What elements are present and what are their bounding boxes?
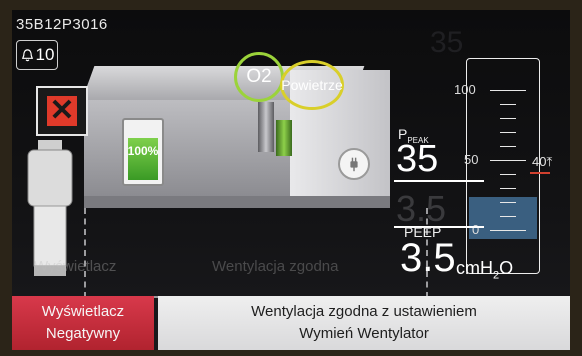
negative-display-line2: Negatywny — [45, 325, 121, 342]
ppeak-divider — [394, 180, 484, 182]
gauge-minor-tick — [500, 118, 516, 119]
reflect-right-text: Wentylacja zgodna — [212, 258, 339, 275]
battery-icon: 100% — [122, 118, 164, 186]
power-plug-icon — [338, 148, 370, 180]
gauge-tick-100 — [490, 90, 526, 91]
o2-port — [258, 102, 274, 152]
gas-air-indicator: Powietrze — [280, 60, 344, 110]
gauge-tick-label: 0 — [472, 222, 480, 237]
reflect-left-text: Wyświetlacz — [34, 258, 117, 275]
pressure-limit-value: 40 — [532, 154, 547, 169]
negative-display-line1: Wyświetlacz — [41, 303, 125, 320]
battery-percent: 100% — [127, 144, 159, 158]
alarm-count: 10 — [35, 45, 55, 64]
alarm-volume-indicator[interactable]: 10 — [16, 40, 58, 70]
gauge-tick-50 — [490, 160, 526, 161]
gauge-minor-tick — [500, 188, 516, 189]
gauge-minor-tick — [500, 132, 516, 133]
gauge-tick-0 — [490, 230, 526, 231]
gauge-tick-label: 100 — [454, 82, 476, 97]
ppeak-value: 35 — [396, 138, 439, 180]
gauge-minor-tick — [500, 104, 516, 105]
ventilator-base — [84, 196, 390, 208]
air-port — [276, 120, 292, 156]
gauge-minor-tick — [500, 174, 516, 175]
ventilator-screen: 35B12P3016 10 35 100% O2 Powietrze ✕ 100… — [12, 10, 570, 350]
message-bar: Wyświetlacz Negatywny Wentylacja zgodna … — [12, 296, 570, 350]
gas-air-label: Powietrze — [281, 77, 343, 93]
alarm-bell-icon — [21, 48, 33, 61]
gas-o2-indicator: O2 — [234, 52, 284, 102]
gas-o2-label: O2 — [246, 66, 272, 87]
pressure-limit[interactable]: 40⤒ — [532, 154, 552, 170]
device-id: 35B12P3016 — [16, 16, 108, 33]
status-message: Wentylacja zgodna z ustawieniem Wymień W… — [158, 296, 570, 350]
gas-inlet-ports — [254, 102, 306, 158]
negative-display-button[interactable]: Wyświetlacz Negatywny — [12, 296, 154, 350]
status-message-line1: Wentylacja zgodna z ustawieniem — [251, 303, 477, 320]
gauge-minor-tick — [500, 202, 516, 203]
error-x-icon: ✕ — [36, 86, 88, 136]
gauge-minor-tick — [500, 146, 516, 147]
screen-reflection: Wyświetlacz Wentylacja zgodna — [12, 256, 570, 296]
limit-arrow-icon: ⤒ — [546, 154, 553, 169]
pressure-limit-line — [530, 172, 550, 174]
device-bezel: 35B12P3016 10 35 100% O2 Powietrze ✕ 100… — [0, 0, 582, 356]
gauge-tick-label: 50 — [464, 152, 479, 167]
status-message-line2: Wymień Wentylator — [299, 325, 429, 342]
gauge-minor-tick — [500, 216, 516, 217]
